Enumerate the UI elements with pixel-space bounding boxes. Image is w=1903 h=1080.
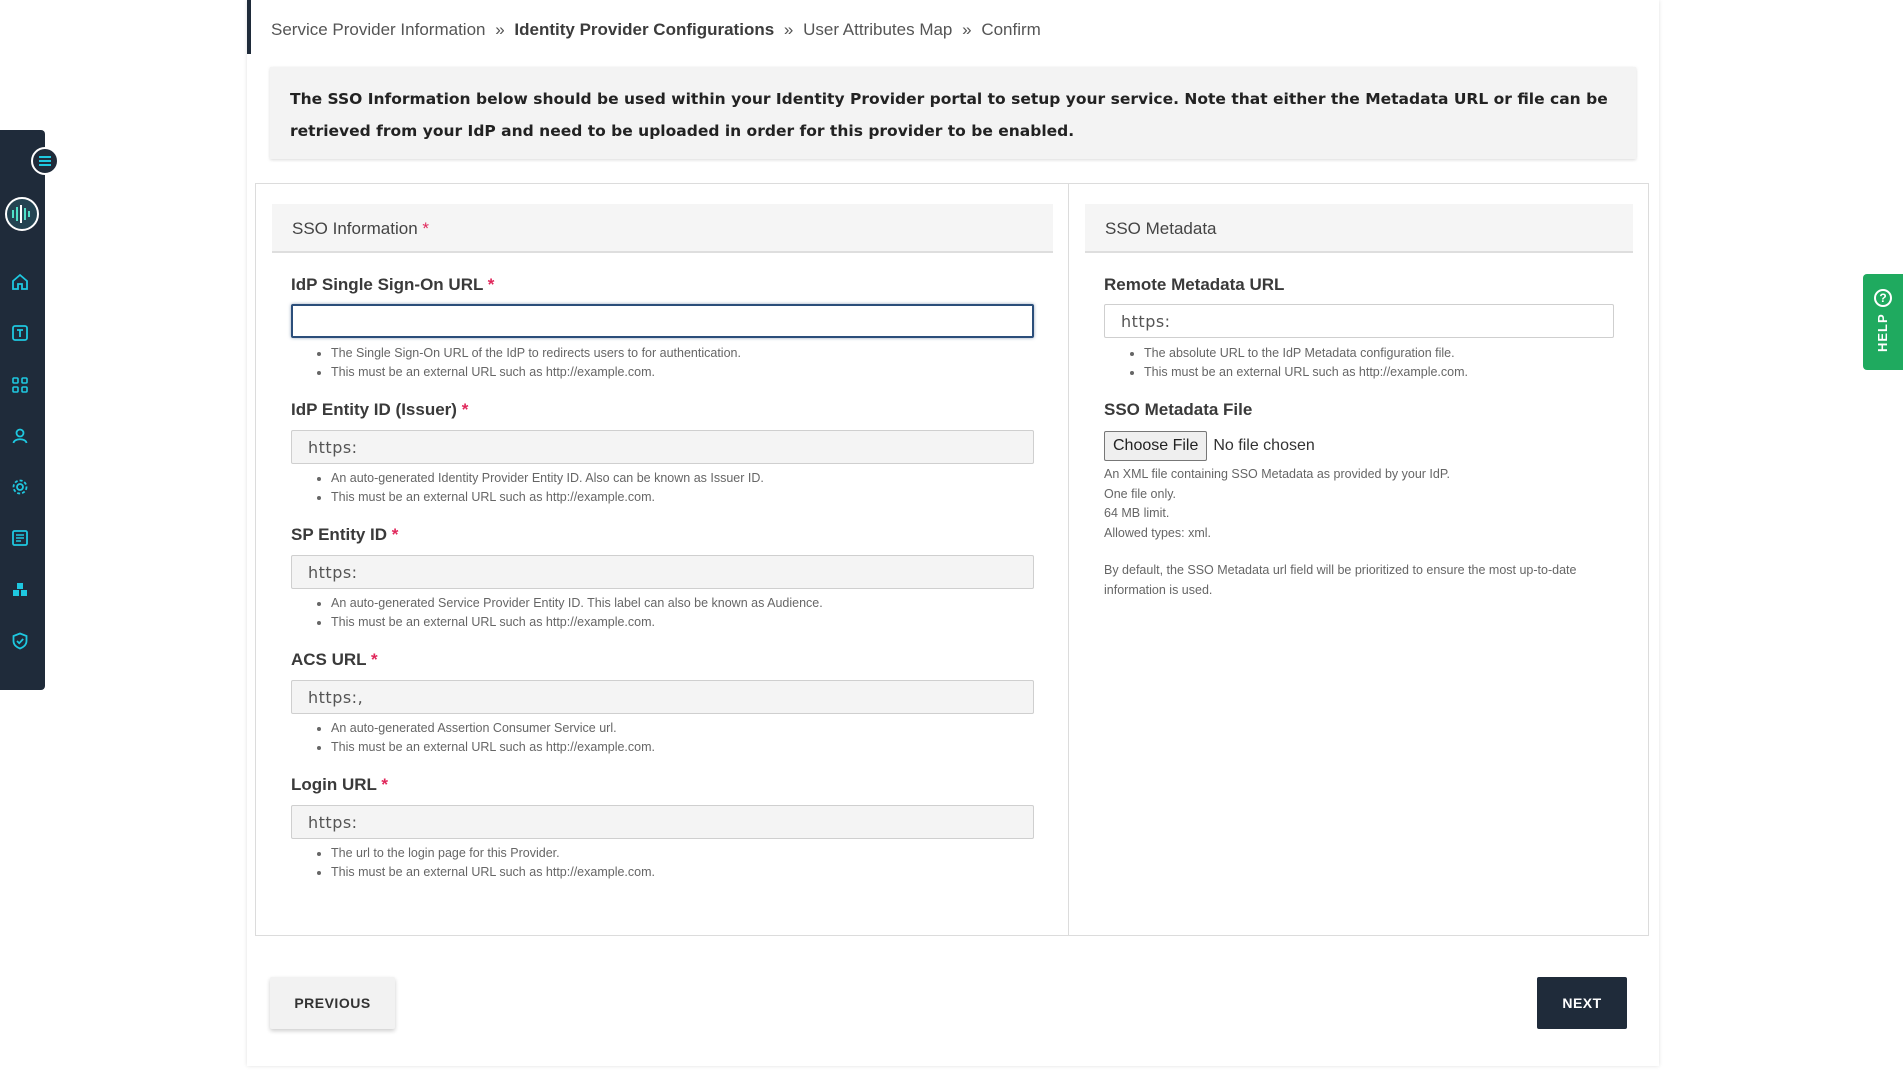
idp-sso-url-label: IdP Single Sign-On URL * <box>291 275 495 294</box>
acs-url-help: An auto-generated Assertion Consumer Ser… <box>291 719 655 757</box>
breadcrumb: Service Provider Information » Identity … <box>247 0 1247 54</box>
next-button[interactable]: NEXT <box>1537 977 1627 1029</box>
breadcrumb-step-user-attributes[interactable]: User Attributes Map <box>803 20 952 39</box>
text-box-icon <box>12 325 28 341</box>
grid-icon <box>12 377 28 393</box>
help-tab-label: HELP <box>1875 313 1890 352</box>
idp-sso-url-help: The Single Sign-On URL of the IdP to red… <box>291 344 741 382</box>
acs-url-input[interactable]: https:, <box>291 680 1034 714</box>
waveform-logo-icon <box>12 205 30 223</box>
breadcrumb-step-confirm[interactable]: Confirm <box>981 20 1041 39</box>
breadcrumb-separator: » <box>962 20 972 39</box>
menu-toggle-button[interactable] <box>31 147 59 175</box>
previous-button[interactable]: PREVIOUS <box>270 977 395 1029</box>
idp-entity-id-input[interactable]: https: <box>291 430 1034 464</box>
app-logo[interactable] <box>5 197 39 231</box>
shield-check-icon <box>12 632 28 650</box>
panel-title: SSO Metadata <box>1105 219 1217 238</box>
required-marker: * <box>461 400 469 419</box>
sidebar-item-settings[interactable] <box>10 477 30 497</box>
user-icon <box>12 428 28 444</box>
sidebar-item-home[interactable] <box>10 272 30 292</box>
idp-sso-url-input[interactable] <box>291 304 1034 338</box>
breadcrumb-step-service-provider[interactable]: Service Provider Information <box>271 20 485 39</box>
acs-url-label: ACS URL * <box>291 650 378 669</box>
metadata-file-picker: Choose File No file chosen <box>1104 431 1315 461</box>
sso-wizard-card: Service Provider Information » Identity … <box>247 0 1659 1066</box>
sso-metadata-panel: SSO Metadata Remote Metadata URL https: … <box>1068 183 1649 936</box>
sidebar-item-reports[interactable] <box>10 528 30 548</box>
question-icon: ? <box>1874 289 1892 307</box>
required-marker: * <box>422 219 430 238</box>
remote-metadata-url-input[interactable]: https: <box>1104 304 1614 338</box>
sidebar-item-templates[interactable] <box>10 323 30 343</box>
sidebar-item-security[interactable] <box>10 631 30 651</box>
sso-information-panel: SSO Information * IdP Single Sign-On URL… <box>255 183 1068 936</box>
idp-entity-id-help: An auto-generated Identity Provider Enti… <box>291 469 764 507</box>
breadcrumb-separator: » <box>495 20 505 39</box>
help-tab[interactable]: ? HELP <box>1863 274 1903 370</box>
hamburger-icon <box>39 156 51 166</box>
required-marker: * <box>391 525 399 544</box>
remote-metadata-url-label: Remote Metadata URL <box>1104 275 1285 294</box>
sidebar-item-apps[interactable] <box>10 375 30 395</box>
required-marker: * <box>381 775 388 794</box>
home-icon <box>12 273 28 290</box>
sp-entity-id-help: An auto-generated Service Provider Entit… <box>291 594 823 632</box>
gear-icon <box>12 479 28 495</box>
sidebar-item-integrations[interactable] <box>10 579 30 599</box>
document-icon <box>12 530 28 546</box>
sp-entity-id-input[interactable]: https: <box>291 555 1034 589</box>
sidebar <box>0 130 59 690</box>
sidebar-item-users[interactable] <box>10 426 30 446</box>
login-url-help: The url to the login page for this Provi… <box>291 844 655 882</box>
breadcrumb-step-identity-provider: Identity Provider Configurations <box>514 20 775 39</box>
login-url-input[interactable]: https: <box>291 805 1034 839</box>
panel-title: SSO Information <box>292 219 418 238</box>
blocks-icon <box>13 583 27 596</box>
sso-metadata-file-label: SSO Metadata File <box>1104 400 1253 419</box>
breadcrumb-separator: » <box>783 20 794 39</box>
sso-information-header: SSO Information * <box>272 204 1053 253</box>
file-status-text: No file chosen <box>1213 437 1315 454</box>
sso-metadata-header: SSO Metadata <box>1085 204 1633 253</box>
sso-notice: The SSO Information below should be used… <box>270 67 1636 159</box>
login-url-label: Login URL * <box>291 775 388 794</box>
priority-note: By default, the SSO Metadata url field w… <box>1104 563 1577 597</box>
metadata-file-notes: An XML file containing SSO Metadata as p… <box>1104 465 1624 600</box>
choose-file-button[interactable]: Choose File <box>1104 431 1208 461</box>
required-marker: * <box>487 275 495 294</box>
sp-entity-id-label: SP Entity ID * <box>291 525 399 544</box>
remote-metadata-url-help: The absolute URL to the IdP Metadata con… <box>1104 344 1468 382</box>
required-marker: * <box>370 650 378 669</box>
idp-entity-id-label: IdP Entity ID (Issuer) * <box>291 400 469 419</box>
